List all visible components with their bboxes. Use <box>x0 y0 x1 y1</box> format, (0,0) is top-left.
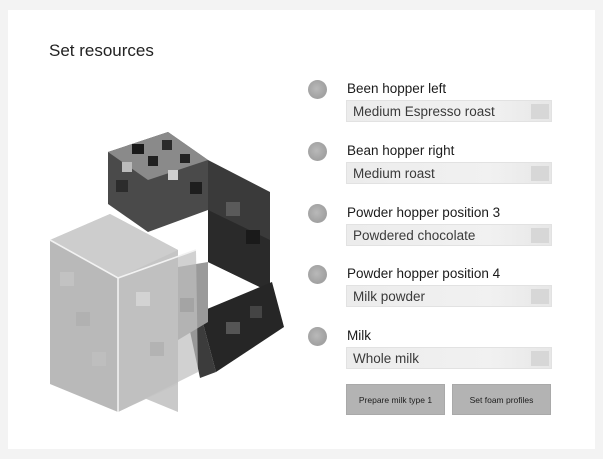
resource-label: Been hopper left <box>347 81 447 96</box>
status-dot-icon <box>308 327 327 346</box>
set-foam-profiles-button[interactable]: Set foam profiles <box>452 384 551 415</box>
resource-select[interactable]: Whole milk <box>346 347 552 369</box>
resource-bean-hopper-right[interactable]: Bean hopper right Medium roast <box>304 142 556 192</box>
coffee-machine-illustration <box>40 122 290 412</box>
page-title: Set resources <box>49 41 154 60</box>
resource-label: Powder hopper position 4 <box>347 266 501 281</box>
resource-value: Whole milk <box>353 351 420 366</box>
resource-bean-hopper-left[interactable]: Been hopper left Medium Espresso roast <box>304 80 556 130</box>
resource-milk[interactable]: Milk Whole milk <box>304 327 556 377</box>
dropdown-icon[interactable] <box>531 104 549 119</box>
resource-value: Medium roast <box>353 166 435 181</box>
dropdown-icon[interactable] <box>531 228 549 243</box>
dropdown-icon[interactable] <box>531 351 549 366</box>
resource-label: Powder hopper position 3 <box>347 205 501 220</box>
resource-value: Powdered chocolate <box>353 228 476 243</box>
resource-powder-hopper-3[interactable]: Powder hopper position 3 Powdered chocol… <box>304 204 556 254</box>
resource-value: Milk powder <box>353 289 426 304</box>
dropdown-icon[interactable] <box>531 289 549 304</box>
set-resources-screen: Set resources Been hopper left Medium Es… <box>8 10 595 449</box>
status-dot-icon <box>308 204 327 223</box>
resource-select[interactable]: Milk powder <box>346 285 552 307</box>
prepare-milk-button[interactable]: Prepare milk type 1 <box>346 384 445 415</box>
status-dot-icon <box>308 80 327 99</box>
dropdown-icon[interactable] <box>531 166 549 181</box>
resource-powder-hopper-4[interactable]: Powder hopper position 4 Milk powder <box>304 265 556 315</box>
resource-select[interactable]: Medium roast <box>346 162 552 184</box>
resource-label: Bean hopper right <box>347 143 455 158</box>
resource-select[interactable]: Powdered chocolate <box>346 224 552 246</box>
resource-label: Milk <box>347 328 371 343</box>
coffee-machine-icon <box>49 132 284 412</box>
status-dot-icon <box>308 142 327 161</box>
status-dot-icon <box>308 265 327 284</box>
resource-value: Medium Espresso roast <box>353 104 495 119</box>
resource-select[interactable]: Medium Espresso roast <box>346 100 552 122</box>
